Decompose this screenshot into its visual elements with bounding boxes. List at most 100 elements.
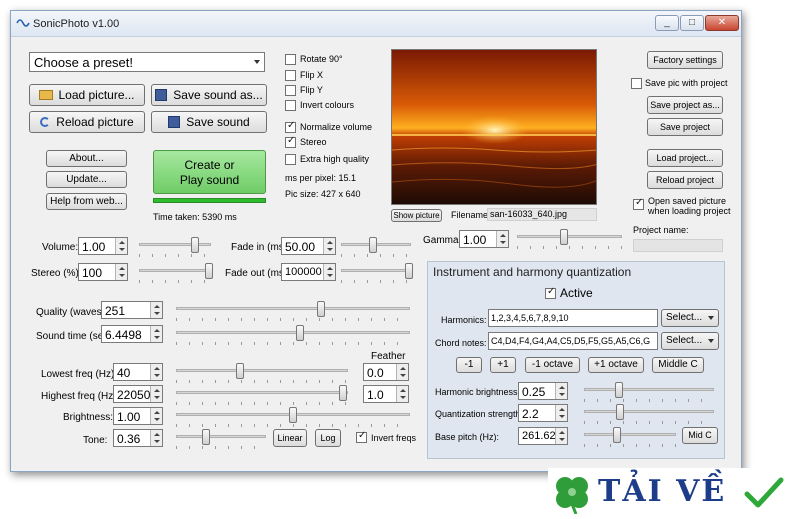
maximize-button[interactable]: □ [680, 15, 704, 31]
lowest-freq-spinner[interactable]: 40 [113, 363, 163, 381]
flip-y-checkbox[interactable] [285, 85, 296, 96]
spin-arrows-icon[interactable] [150, 302, 162, 318]
rotate-checkbox[interactable] [285, 54, 296, 65]
invert-colours-checkbox[interactable] [285, 100, 296, 111]
reload-project-button[interactable]: Reload project [647, 171, 723, 189]
fade-out-slider[interactable] [341, 263, 413, 283]
minus-octave-button[interactable]: -1 octave [525, 357, 580, 373]
invert-freqs-checkbox[interactable] [356, 430, 367, 443]
quality-spinner[interactable]: 251 [101, 301, 163, 319]
spin-arrows-icon[interactable] [115, 264, 127, 280]
slider-thumb[interactable] [616, 404, 625, 420]
highest-freq-spinner[interactable]: 22050 [113, 385, 163, 403]
slider-thumb[interactable] [204, 263, 213, 279]
feather-2-spinner[interactable]: 1.0 [363, 385, 409, 403]
slider-thumb[interactable] [338, 385, 347, 401]
slider-thumb[interactable] [615, 382, 624, 398]
linear-button[interactable]: Linear [273, 429, 307, 447]
minimize-button[interactable]: _ [655, 15, 679, 31]
spin-arrows-icon[interactable] [115, 238, 127, 254]
load-picture-button[interactable]: Load picture... [29, 84, 145, 106]
save-sound-as-button[interactable]: Save sound as... [151, 84, 267, 106]
sound-time-spinner[interactable]: 6.4498 [101, 325, 163, 343]
minus-one-button[interactable]: -1 [456, 357, 482, 373]
open-saved-picture-checkbox[interactable] [633, 197, 644, 210]
save-project-as-button[interactable]: Save project as... [647, 96, 723, 114]
spin-arrows-icon[interactable] [150, 326, 162, 342]
show-picture-button[interactable]: Show picture [391, 209, 442, 222]
spin-arrows-icon[interactable] [496, 231, 508, 247]
save-pic-checkbox[interactable] [631, 78, 642, 89]
slider-thumb[interactable] [560, 229, 569, 245]
spin-arrows-icon[interactable] [323, 238, 335, 254]
save-sound-button[interactable]: Save sound [151, 111, 267, 133]
plus-octave-button[interactable]: +1 octave [588, 357, 644, 373]
spin-arrows-icon[interactable] [396, 386, 408, 402]
save-project-button[interactable]: Save project [647, 118, 723, 136]
highest-freq-slider[interactable] [176, 385, 348, 405]
about-button[interactable]: About... [46, 150, 127, 167]
harmonics-input[interactable]: 1,2,3,4,5,6,7,8,9,10 [488, 309, 658, 327]
preset-dropdown[interactable]: Choose a preset! [29, 52, 265, 72]
update-button[interactable]: Update... [46, 171, 127, 188]
slider-thumb[interactable] [296, 325, 305, 341]
spin-arrows-icon[interactable] [555, 405, 567, 421]
title-bar[interactable]: SonicPhoto v1.00 _ □ ✕ [11, 11, 741, 37]
harmonic-brightness-spinner[interactable]: 0.25 [518, 382, 568, 400]
factory-settings-button[interactable]: Factory settings [647, 51, 723, 69]
middle-c-button[interactable]: Middle C [652, 357, 704, 373]
base-pitch-slider[interactable] [584, 427, 676, 447]
chord-notes-input[interactable]: C4,D4,F4,G4,A4,C5,D5,F5,G5,A5,C6,G [488, 332, 658, 350]
quantization-strength-slider[interactable] [584, 404, 714, 424]
mid-c-button[interactable]: Mid C [682, 427, 718, 444]
spin-arrows-icon[interactable] [323, 264, 335, 280]
picture-preview[interactable] [391, 49, 597, 205]
slider-thumb[interactable] [235, 363, 244, 379]
slider-thumb[interactable] [613, 427, 622, 443]
tone-spinner[interactable]: 0.36 [113, 429, 163, 447]
help-from-web-button[interactable]: Help from web... [46, 193, 127, 210]
lowest-freq-slider[interactable] [176, 363, 348, 383]
brightness-spinner[interactable]: 1.00 [113, 407, 163, 425]
quantization-strength-spinner[interactable]: 2.2 [518, 404, 568, 422]
harmonics-select-button[interactable]: Select... [661, 309, 719, 327]
create-play-sound-button[interactable]: Create or Play sound [153, 150, 266, 194]
close-button[interactable]: ✕ [705, 15, 739, 31]
harmonic-brightness-slider[interactable] [584, 382, 714, 402]
active-checkbox[interactable] [545, 286, 556, 299]
volume-slider[interactable] [139, 237, 211, 257]
slider-thumb[interactable] [191, 237, 200, 253]
normalize-volume-checkbox[interactable] [285, 120, 296, 133]
spin-arrows-icon[interactable] [150, 386, 162, 402]
reload-picture-button[interactable]: Reload picture [29, 111, 145, 133]
volume-spinner[interactable]: 1.00 [78, 237, 128, 255]
tone-slider[interactable] [176, 429, 266, 449]
slider-thumb[interactable] [289, 407, 297, 423]
feather-1-spinner[interactable]: 0.0 [363, 363, 409, 381]
slider-thumb[interactable] [404, 263, 413, 279]
spin-arrows-icon[interactable] [555, 428, 567, 444]
slider-thumb[interactable] [201, 429, 210, 445]
gamma-spinner[interactable]: 1.00 [459, 230, 509, 248]
sound-time-slider[interactable] [176, 325, 410, 345]
flip-x-checkbox[interactable] [285, 70, 296, 81]
gamma-slider[interactable] [517, 229, 622, 249]
fade-out-spinner[interactable]: 100000 [281, 263, 336, 281]
plus-one-button[interactable]: +1 [490, 357, 516, 373]
spin-arrows-icon[interactable] [150, 408, 162, 424]
fade-in-spinner[interactable]: 50.00 [281, 237, 336, 255]
quality-slider[interactable] [176, 301, 410, 321]
stereo-pct-slider[interactable] [139, 263, 213, 283]
load-project-button[interactable]: Load project... [647, 149, 723, 167]
brightness-slider[interactable] [176, 407, 410, 427]
extra-high-quality-checkbox[interactable] [285, 154, 296, 165]
slider-thumb[interactable] [317, 301, 326, 317]
fade-in-slider[interactable] [341, 237, 411, 257]
stereo-pct-spinner[interactable]: 100 [78, 263, 128, 281]
spin-arrows-icon[interactable] [555, 383, 567, 399]
slider-thumb[interactable] [368, 237, 377, 253]
stereo-checkbox[interactable] [285, 135, 296, 148]
chord-notes-select-button[interactable]: Select... [661, 332, 719, 350]
spin-arrows-icon[interactable] [150, 364, 162, 380]
log-button[interactable]: Log [315, 429, 341, 447]
